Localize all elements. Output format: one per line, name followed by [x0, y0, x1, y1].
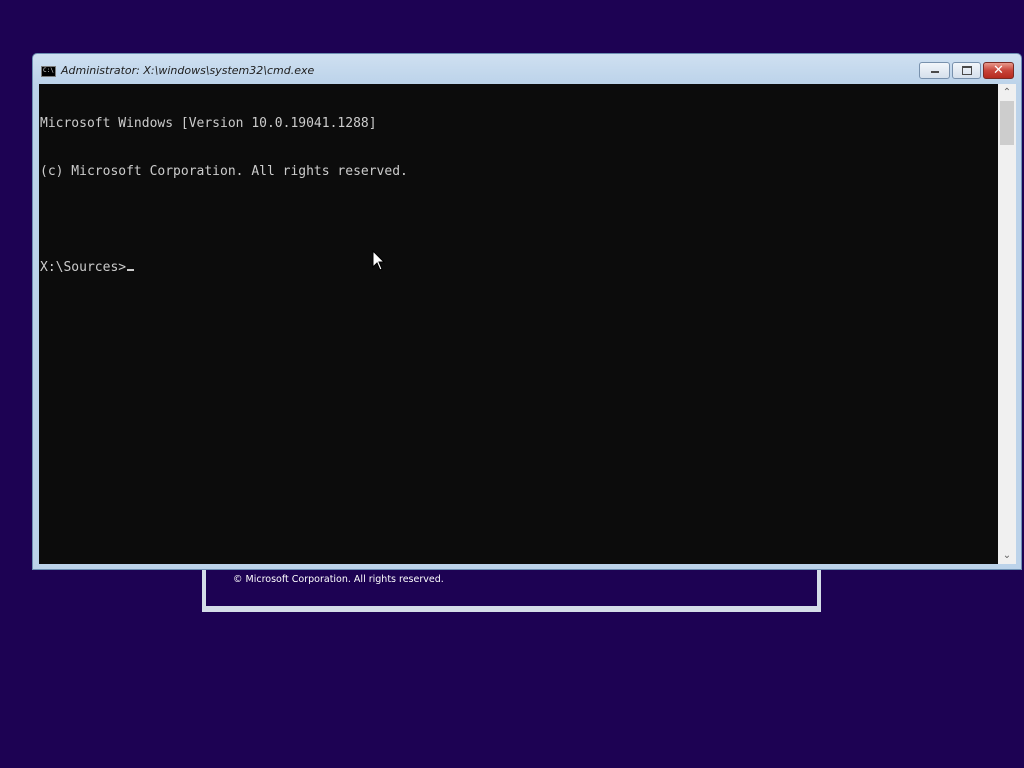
desktop: © Microsoft Corporation. All rights rese…: [0, 0, 1024, 768]
console-text: Microsoft Windows [Version 10.0.19041.12…: [40, 84, 408, 308]
cmd-icon-glyph: C:\: [43, 67, 54, 74]
scroll-up-icon[interactable]: ⌃: [998, 84, 1016, 101]
maximize-button[interactable]: [952, 62, 981, 79]
command-prompt-window[interactable]: C:\ Administrator: X:\windows\system32\c…: [32, 53, 1022, 570]
console-line: Microsoft Windows [Version 10.0.19041.12…: [40, 116, 377, 131]
close-icon: ✕: [993, 63, 1004, 78]
title-bar[interactable]: C:\ Administrator: X:\windows\system32\c…: [33, 54, 1021, 84]
setup-copyright-text: © Microsoft Corporation. All rights rese…: [233, 574, 444, 585]
command-prompt: X:\Sources>: [40, 260, 127, 275]
text-cursor: [127, 269, 135, 271]
console-line: (c) Microsoft Corporation. All rights re…: [40, 164, 408, 179]
window-title: Administrator: X:\windows\system32\cmd.e…: [61, 64, 315, 77]
mouse-pointer-icon: [372, 250, 386, 271]
scroll-down-icon[interactable]: ⌄: [998, 547, 1016, 564]
console-prompt-line[interactable]: X:\Sources>: [40, 260, 408, 276]
minimize-button[interactable]: [919, 62, 950, 79]
vertical-scrollbar[interactable]: ⌃ ⌄: [998, 84, 1016, 564]
close-button[interactable]: ✕: [983, 62, 1014, 79]
scroll-thumb[interactable]: [1000, 101, 1014, 145]
cmd-icon[interactable]: C:\: [41, 66, 56, 77]
caption-buttons: ✕: [917, 62, 1014, 80]
console-output[interactable]: Microsoft Windows [Version 10.0.19041.12…: [39, 84, 998, 564]
